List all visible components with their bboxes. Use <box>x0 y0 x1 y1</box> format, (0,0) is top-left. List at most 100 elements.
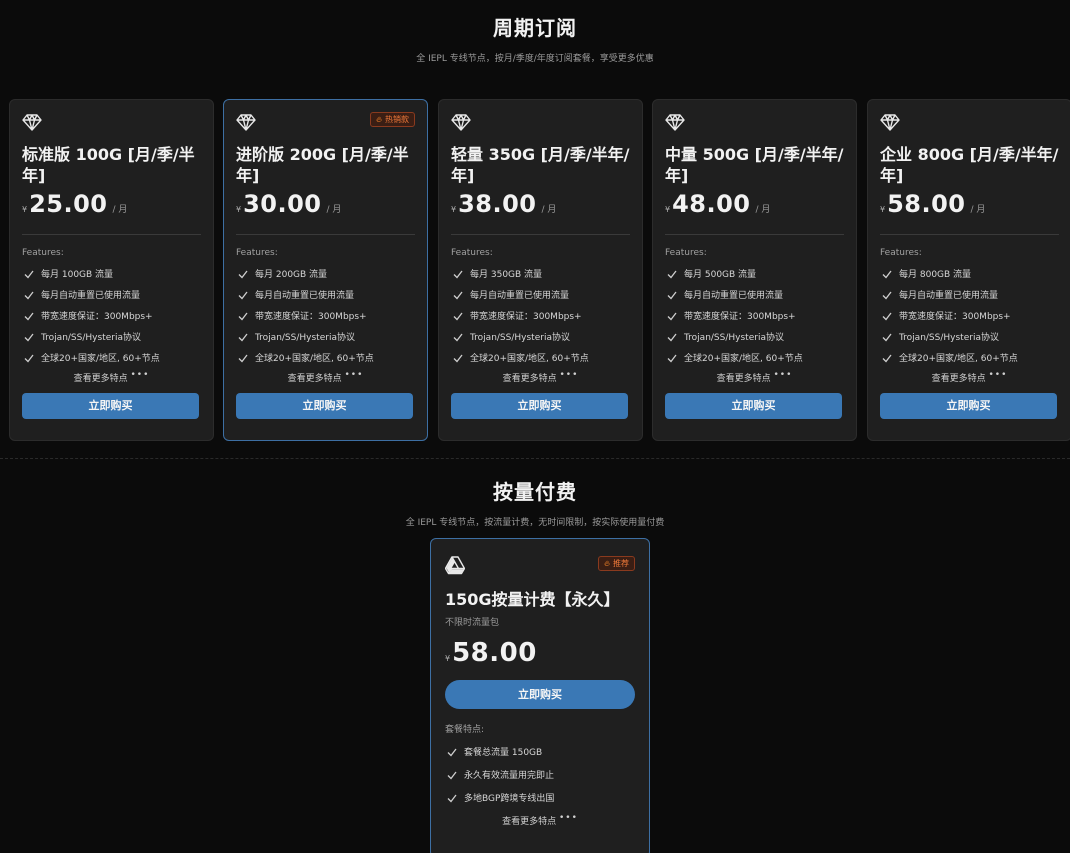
check-icon <box>24 333 34 341</box>
feature-item: 多地BGP跨境专线出国 <box>445 786 635 809</box>
check-icon <box>238 354 248 362</box>
check-icon <box>447 771 457 779</box>
flame-icon: 🔥︎ <box>376 114 382 124</box>
currency-symbol: ¥ <box>665 205 671 214</box>
feature-text: 每月自动重置已使用流量 <box>470 291 570 301</box>
subscription-plans: 标准版 100G [月/季/半年] ¥ 25.00 / 月 Features: … <box>9 99 1070 441</box>
buy-now-button[interactable]: 立即购买 <box>22 393 199 419</box>
check-icon <box>447 794 457 802</box>
plan-title: 150G按量计费【永久】 <box>445 590 620 609</box>
section-title: 周期订阅 <box>493 16 577 40</box>
price-period: / 月 <box>326 205 342 215</box>
buy-now-button[interactable]: 立即购买 <box>880 393 1057 419</box>
feature-text: 每月自动重置已使用流量 <box>255 291 355 301</box>
price: ¥ 38.00 / 月 <box>451 190 630 220</box>
feature-item: 带宽速度保证：300Mbps+ <box>451 305 630 326</box>
feature-text: 带宽速度保证：300Mbps+ <box>255 312 367 322</box>
feature-text: 带宽速度保证：300Mbps+ <box>899 312 1011 322</box>
features-label: Features: <box>451 248 493 258</box>
section-title: 按量付费 <box>493 480 577 504</box>
check-icon <box>24 312 34 320</box>
price-period: / 月 <box>112 205 128 215</box>
buy-now-button[interactable]: 立即购买 <box>451 393 628 419</box>
feature-text: 每月自动重置已使用流量 <box>899 291 999 301</box>
more-features-link[interactable]: 查看更多特点 ••• <box>451 370 630 390</box>
feature-list: 每月 800GB 流量 每月自动重置已使用流量 带宽速度保证：300Mbps+ … <box>880 263 1059 368</box>
feature-text: Trojan/SS/Hysteria协议 <box>255 333 355 343</box>
pricing-page: 周期订阅 全 IEPL 专线节点，按月/季度/年度订阅套餐，享受更多优惠 标准版… <box>0 0 1070 853</box>
feature-item: 全球20+国家/地区, 60+节点 <box>451 347 630 368</box>
plan-card: 企业 800G [月/季/半年/年] ¥ 58.00 / 月 Features:… <box>867 99 1070 441</box>
feature-text: Trojan/SS/Hysteria协议 <box>899 333 999 343</box>
check-icon <box>238 333 248 341</box>
more-features-link[interactable]: 查看更多特点 ••• <box>445 813 635 833</box>
more-dots-icon: ••• <box>130 370 150 380</box>
buy-now-button[interactable]: 立即购买 <box>445 680 635 709</box>
feature-item: 带宽速度保证：300Mbps+ <box>880 305 1059 326</box>
currency-symbol: ¥ <box>22 205 28 214</box>
price: ¥ 48.00 / 月 <box>665 190 844 220</box>
feature-text: Trojan/SS/Hysteria协议 <box>41 333 141 343</box>
price: ¥ 58.00 <box>445 638 635 668</box>
feature-text: 带宽速度保证：300Mbps+ <box>41 312 153 322</box>
feature-item: 每月 800GB 流量 <box>880 263 1059 284</box>
more-dots-icon: ••• <box>558 813 578 823</box>
check-icon <box>667 291 677 299</box>
section-divider <box>0 458 1070 459</box>
buy-now-button[interactable]: 立即购买 <box>236 393 413 419</box>
plan-card-featured: 🔥︎ 热销款 进阶版 200G [月/季/半年] ¥ 30.00 / 月 Feat… <box>223 99 428 441</box>
check-icon <box>882 291 892 299</box>
more-features-label: 查看更多特点 <box>502 817 557 827</box>
feature-list: 每月 200GB 流量 每月自动重置已使用流量 带宽速度保证：300Mbps+ … <box>236 263 415 368</box>
price-amount: 25.00 <box>29 190 108 218</box>
divider <box>880 234 1059 235</box>
check-icon <box>453 312 463 320</box>
feature-text: 每月 100GB 流量 <box>41 270 114 280</box>
feature-item: 每月自动重置已使用流量 <box>451 284 630 305</box>
badge-label: 热销款 <box>385 115 409 124</box>
check-icon <box>453 354 463 362</box>
divider <box>665 234 844 235</box>
flame-icon: 🔥︎ <box>604 558 610 568</box>
google-drive-icon <box>445 556 465 575</box>
hot-badge: 🔥︎ 热销款 <box>370 112 415 127</box>
more-features-link[interactable]: 查看更多特点 ••• <box>22 370 201 390</box>
feature-text: 全球20+国家/地区, 60+节点 <box>684 354 803 364</box>
feature-text: 永久有效流量用完即止 <box>464 771 555 781</box>
feature-text: 每月自动重置已使用流量 <box>684 291 784 301</box>
check-icon <box>453 333 463 341</box>
check-icon <box>24 270 34 278</box>
more-dots-icon: ••• <box>988 370 1008 380</box>
plan-title: 轻量 350G [月/季/半年/年] <box>451 145 630 185</box>
diamond-icon <box>880 114 900 131</box>
diamond-icon <box>236 114 256 131</box>
feature-item: 全球20+国家/地区, 60+节点 <box>880 347 1059 368</box>
feature-item: Trojan/SS/Hysteria协议 <box>880 326 1059 347</box>
feature-item: 每月自动重置已使用流量 <box>880 284 1059 305</box>
section-subtitle: 全 IEPL 专线节点，按月/季度/年度订阅套餐，享受更多优惠 <box>416 54 654 64</box>
features-label: Features: <box>880 248 922 258</box>
feature-item: Trojan/SS/Hysteria协议 <box>236 326 415 347</box>
feature-text: 套餐总流量 150GB <box>464 748 543 758</box>
feature-text: 带宽速度保证：300Mbps+ <box>684 312 796 322</box>
check-icon <box>882 312 892 320</box>
feature-item: 每月 100GB 流量 <box>22 263 201 284</box>
currency-symbol: ¥ <box>236 205 242 214</box>
feature-text: Trojan/SS/Hysteria协议 <box>470 333 570 343</box>
feature-item: Trojan/SS/Hysteria协议 <box>451 326 630 347</box>
feature-item: 全球20+国家/地区, 60+节点 <box>236 347 415 368</box>
more-features-link[interactable]: 查看更多特点 ••• <box>236 370 415 390</box>
price-period: / 月 <box>970 205 986 215</box>
check-icon <box>453 270 463 278</box>
more-features-link[interactable]: 查看更多特点 ••• <box>665 370 844 390</box>
plan-card: 轻量 350G [月/季/半年/年] ¥ 38.00 / 月 Features:… <box>438 99 643 441</box>
more-features-label: 查看更多特点 <box>287 374 342 384</box>
more-features-link[interactable]: 查看更多特点 ••• <box>880 370 1059 390</box>
more-features-label: 查看更多特点 <box>716 374 771 384</box>
feature-text: 全球20+国家/地区, 60+节点 <box>899 354 1018 364</box>
buy-now-button[interactable]: 立即购买 <box>665 393 842 419</box>
check-icon <box>453 291 463 299</box>
features-label: Features: <box>22 248 64 258</box>
check-icon <box>24 354 34 362</box>
features-label: Features: <box>665 248 707 258</box>
